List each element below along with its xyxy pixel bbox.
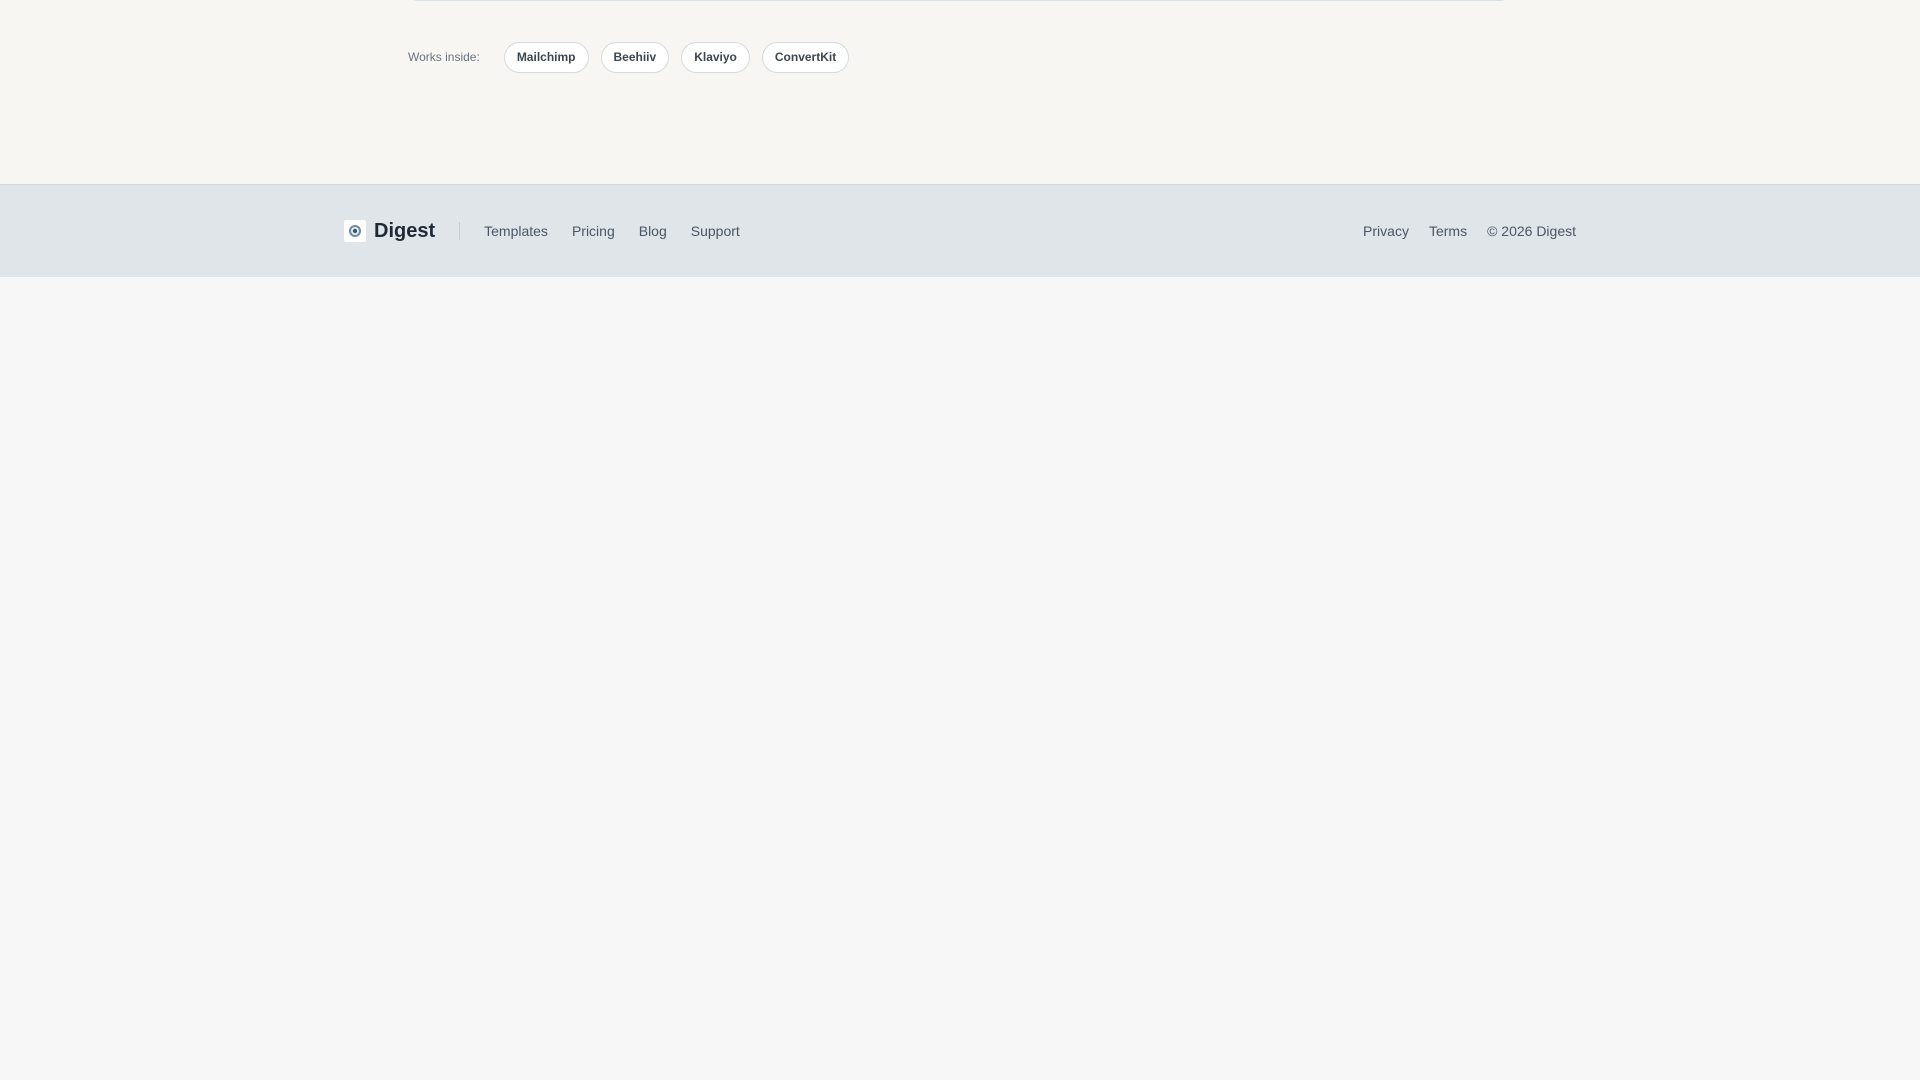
footer-link-templates[interactable]: Templates [484,223,548,239]
footer-link-terms[interactable]: Terms [1429,223,1467,239]
footer-link-blog[interactable]: Blog [639,223,667,239]
integration-pill-mailchimp[interactable]: Mailchimp [503,41,589,73]
footer-link-support[interactable]: Support [691,223,740,239]
copyright-text: © 2026 Digest [1487,223,1576,239]
integration-pill-convertkit[interactable]: ConvertKit [761,41,850,73]
integrations-section: Works inside: Mailchimp Beehiiv Klaviyo … [0,0,1920,184]
works-inside-row: Works inside: Mailchimp Beehiiv Klaviyo … [408,41,850,73]
footer-right: Privacy Terms © 2026 Digest [1343,223,1576,239]
works-inside-label: Works inside: [408,50,480,64]
footer-link-pricing[interactable]: Pricing [572,223,615,239]
footer-link-privacy[interactable]: Privacy [1363,223,1409,239]
footer-inner: Digest Templates Pricing Blog Support Pr… [344,185,1576,277]
brand-name: Digest [374,219,436,242]
footer-brand[interactable]: Digest [344,220,435,243]
digest-logo-icon [344,220,366,242]
hero-input-edge[interactable] [408,0,1510,1]
integration-pill-klaviyo[interactable]: Klaviyo [681,41,750,73]
footer-divider [459,222,461,240]
integration-pill-beehiiv[interactable]: Beehiiv [600,41,670,73]
site-footer: Digest Templates Pricing Blog Support Pr… [0,184,1920,277]
footer-left: Digest Templates Pricing Blog Support [344,220,764,243]
